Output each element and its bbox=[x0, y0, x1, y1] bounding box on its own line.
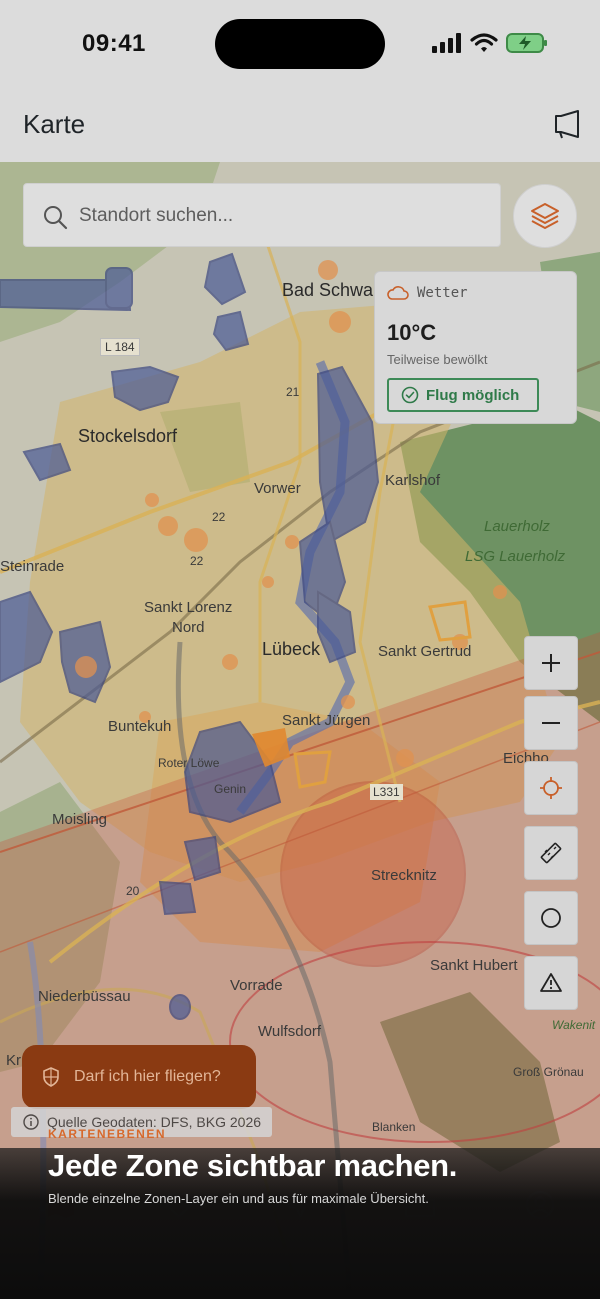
search-bar[interactable] bbox=[23, 183, 501, 247]
map-label: Wakenit bbox=[552, 1018, 596, 1032]
road-label: L 184 bbox=[100, 338, 140, 356]
zoom-out-button[interactable] bbox=[524, 696, 578, 750]
shield-icon bbox=[43, 1067, 59, 1087]
info-icon bbox=[23, 1114, 39, 1130]
map-label: Blanken bbox=[372, 1120, 416, 1134]
search-icon bbox=[44, 206, 68, 230]
weather-temperature: 10°C bbox=[387, 320, 437, 345]
map-label: Lübeck bbox=[262, 639, 321, 659]
flight-status-label: Flug möglich bbox=[426, 386, 520, 404]
measure-button[interactable] bbox=[524, 826, 578, 880]
map-label: Vorwer bbox=[254, 480, 301, 497]
warning-icon bbox=[540, 973, 562, 992]
map-label: Sankt Jürgen bbox=[282, 712, 371, 729]
layers-icon bbox=[531, 203, 559, 229]
map-label: Stockelsdorf bbox=[78, 426, 178, 446]
dynamic-island bbox=[215, 19, 385, 69]
check-circle-icon bbox=[401, 386, 419, 404]
status-icons bbox=[432, 32, 548, 54]
map-label: Steinrade bbox=[0, 558, 65, 575]
weather-card[interactable]: Wetter 10°C Teilweise bewölkt Flug mögli… bbox=[374, 271, 577, 424]
map-label: Lauerholz bbox=[484, 518, 550, 535]
road-label: 21 bbox=[286, 385, 300, 399]
flight-status-badge: Flug möglich bbox=[387, 378, 539, 412]
minus-icon bbox=[542, 722, 560, 724]
circle-icon bbox=[541, 908, 561, 928]
road-label: 22 bbox=[190, 554, 204, 568]
map-label: Genin bbox=[214, 782, 247, 796]
can-i-fly-label: Darf ich hier fliegen? bbox=[74, 1068, 221, 1085]
map-label: Wulfsdorf bbox=[258, 1023, 322, 1040]
map-label: LSG Lauerholz bbox=[465, 548, 566, 565]
search-input[interactable] bbox=[79, 196, 479, 236]
weather-description: Teilweise bewölkt bbox=[387, 352, 488, 367]
cloud-icon bbox=[387, 286, 409, 300]
map-label: Niederbüssau bbox=[38, 988, 131, 1005]
weather-title: Wetter bbox=[417, 285, 468, 301]
layers-button[interactable] bbox=[513, 184, 577, 248]
road-label: L331 bbox=[370, 784, 403, 800]
map-label: Vorrade bbox=[230, 977, 283, 994]
map-label: Sankt Lorenz bbox=[144, 599, 233, 616]
map-label: Buntekuh bbox=[108, 718, 172, 735]
onboarding-kicker: KARTENEBENEN bbox=[48, 1127, 167, 1141]
zoom-in-button[interactable] bbox=[524, 636, 578, 690]
map-label: Bad Schwa bbox=[282, 280, 374, 300]
map-label: Sankt Gertrud bbox=[378, 643, 472, 660]
road-label: 22 bbox=[212, 510, 226, 524]
ruler-icon bbox=[540, 842, 562, 864]
map-label: Groß Grönau bbox=[513, 1065, 584, 1079]
weather-header: Wetter bbox=[387, 285, 468, 301]
megaphone-icon[interactable] bbox=[552, 109, 582, 139]
onboarding-title: Jede Zone sichtbar machen. bbox=[48, 1148, 458, 1183]
report-button[interactable] bbox=[524, 956, 578, 1010]
radius-button[interactable] bbox=[524, 891, 578, 945]
road-label: 20 bbox=[126, 884, 140, 898]
locate-button[interactable] bbox=[524, 761, 578, 815]
map-label: Roter Löwe bbox=[158, 756, 220, 770]
can-i-fly-button[interactable]: Darf ich hier fliegen? bbox=[22, 1045, 256, 1109]
status-bar: 09:41 bbox=[0, 0, 600, 90]
battery-icon bbox=[506, 33, 547, 53]
plus-icon bbox=[542, 654, 560, 672]
onboarding-subtitle: Blende einzelne Zonen-Layer ein und aus … bbox=[48, 1191, 429, 1206]
map-label: Sankt Hubert bbox=[430, 957, 518, 974]
map-label: Nord bbox=[172, 619, 205, 636]
status-time: 09:41 bbox=[82, 30, 146, 57]
map-label: Kr bbox=[6, 1052, 21, 1069]
map-label: Strecknitz bbox=[371, 867, 437, 884]
signal-icon bbox=[432, 33, 461, 53]
app-header: Karte bbox=[0, 90, 600, 162]
page-title: Karte bbox=[23, 109, 86, 139]
wifi-icon bbox=[470, 33, 498, 52]
map-label: Moisling bbox=[52, 811, 108, 828]
map-label: Karlshof bbox=[385, 472, 441, 489]
crosshair-icon bbox=[540, 777, 562, 799]
